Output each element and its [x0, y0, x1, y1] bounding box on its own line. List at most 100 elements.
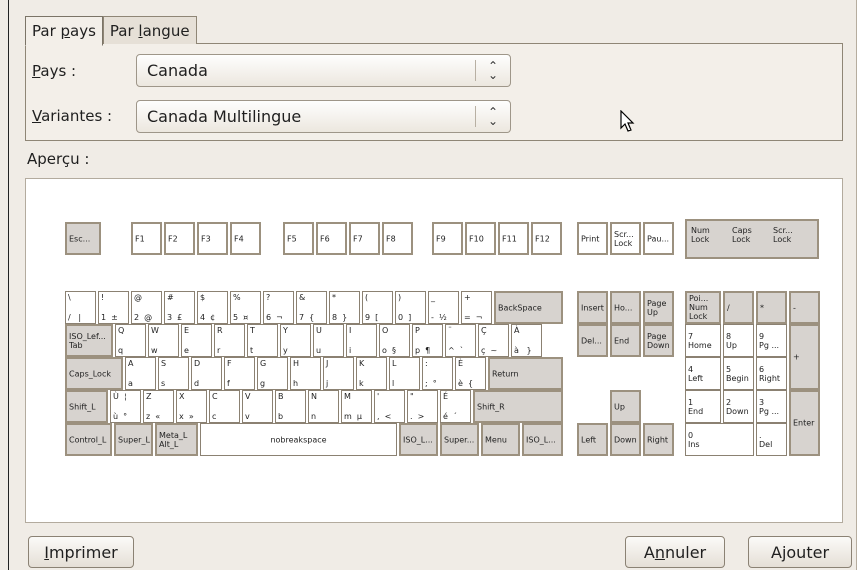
key-row4-3: Cc [209, 390, 240, 423]
country-combo[interactable]: Canada ⌃ ⌄ [136, 54, 511, 87]
key-page-up-label: Page Up [647, 298, 667, 317]
key-row3-3-shift-label: F [227, 359, 232, 368]
key-row3-9-shift-label: : [425, 359, 428, 368]
key-row2-3-base-label: r [217, 346, 221, 355]
key-kp-add-label: + [793, 352, 800, 362]
key-row3-5-base-label: h [293, 379, 299, 388]
key-menu: Menu [481, 423, 520, 456]
key-row2-2: Ee [181, 324, 212, 357]
key-caps-lock: Caps_Lock [65, 357, 123, 390]
key-f10: F10 [465, 222, 496, 255]
key-row1-10: ) 0 ] [395, 291, 426, 324]
key-row3-4: Gg [257, 357, 288, 390]
key-row2-8-shift-label: O [382, 326, 389, 335]
key-kp-1: 1 End [685, 390, 721, 423]
key-row4-3-base-label: c [212, 412, 217, 421]
key-row1-3-shift-label: # [167, 293, 174, 302]
key-iso-level3-right: ISO_L... [522, 423, 563, 456]
key-row3-0-shift-label: A [128, 359, 134, 368]
key-shift-right-label: Shift_R [477, 402, 505, 411]
key-row1-1-shift-label: ! [101, 293, 105, 302]
key-caps-lock-label: Caps_Lock [69, 369, 111, 378]
key-alt-left: Meta_L Alt_L [155, 423, 198, 456]
key-row2-9: Pp ¶ [412, 324, 443, 357]
key-row1-2-base-label: 2 @ [134, 313, 153, 322]
key-left-label: Left [581, 435, 597, 444]
key-iso-level3-label: ISO_L... [403, 435, 433, 444]
key-row4-5: Bb [275, 390, 306, 423]
keyboard-layout: Esc... F1 F2 F3 F4 F5 F6 F7 F8 F9 F10 F11 F12 Print Sc… [26, 179, 842, 522]
key-kp-subtract-label: - [793, 303, 796, 312]
tab-par-pays[interactable]: Par pays [25, 16, 103, 46]
key-row4-6-base-label: n [311, 412, 317, 421]
key-f9: F9 [432, 222, 463, 255]
key-row2-7: Ii [346, 324, 377, 357]
key-row1-6-base-label: 6 ¬ [266, 313, 283, 322]
key-delete: Del... [577, 324, 608, 357]
key-iso-level3: ISO_L... [399, 423, 438, 456]
key-row1-12-base-label: = ¬ [464, 313, 483, 322]
key-f8: F8 [382, 222, 413, 255]
key-row3-5: Hh [290, 357, 321, 390]
key-tab: ISO_Lef... Tab [65, 324, 113, 357]
indicator-num-lock-label: Num Lock [691, 226, 710, 244]
key-f5: F5 [283, 222, 314, 255]
key-row2-8: Oo § [379, 324, 410, 357]
key-row4-5-shift-label: B [278, 392, 284, 401]
key-row2-12: Àà } [511, 324, 542, 357]
key-row1-1-base-label: 1 ± [101, 313, 118, 322]
key-row2-5-shift-label: Y [283, 326, 288, 335]
key-kp-8: 8 Up [723, 324, 754, 357]
key-scroll-lock-label: Scr... Lock [614, 229, 634, 248]
key-row1-6-shift-label: ? [266, 293, 271, 302]
key-row1-11: _ - ½ [428, 291, 459, 324]
key-row1-3-base-label: 3 £ [167, 313, 183, 322]
key-page-up: Page Up [643, 291, 674, 324]
key-row2-3-shift-label: R [217, 326, 223, 335]
country-value: Canada [147, 61, 208, 80]
variant-label: Variantes : [32, 107, 113, 125]
key-down: Down [610, 423, 641, 456]
key-row4-6: Nn [308, 390, 339, 423]
key-kp-decimal: . Del [756, 423, 787, 456]
key-row3-5-shift-label: H [293, 359, 300, 368]
key-row4-10-shift-label: É [443, 392, 449, 401]
key-row2-4-base-label: t [250, 346, 254, 355]
key-row3-6-shift-label: J [326, 359, 329, 368]
key-f2: F2 [164, 222, 195, 255]
key-row2-1: Ww [148, 324, 179, 357]
key-kp-9-label: 9 Pg ... [759, 331, 780, 350]
print-button[interactable]: Imprimer [28, 536, 134, 568]
key-row2-7-base-label: i [349, 346, 352, 355]
key-row3-4-shift-label: G [260, 359, 267, 368]
indicator-caps-lock: Caps Lock [730, 225, 770, 253]
key-row4-10-base-label: é ´ [443, 412, 458, 421]
cancel-button[interactable]: Annuler [625, 536, 725, 568]
key-esc: Esc... [65, 222, 101, 255]
key-f5-label: F5 [287, 234, 297, 243]
key-row3-3-base-label: f [227, 379, 230, 388]
key-row1-4: $4 ¢ [197, 291, 228, 324]
key-row1-5: % 5 ¤ [230, 291, 261, 324]
key-kp-0-label: 0 Ins [688, 430, 700, 449]
key-row1-11-base-label: - ½ [431, 313, 447, 322]
key-kp-subtract: - [789, 291, 820, 324]
tab-par-langue[interactable]: Par langue [102, 16, 197, 44]
key-kp-add: + [789, 324, 820, 390]
tab-par-pays-label: Par pays [32, 22, 96, 40]
key-kp-2-label: 2 Down [726, 397, 749, 416]
add-button[interactable]: Ajouter [748, 536, 852, 568]
key-row4-8-shift-label: ' [377, 392, 380, 401]
key-row2-2-shift-label: E [184, 326, 190, 335]
key-alt-left-label: Meta_L Alt_L [159, 430, 188, 449]
key-row4-10: Éé ´ [440, 390, 471, 423]
variant-combo[interactable]: Canada Multilingue ⌃ ⌄ [136, 100, 511, 133]
add-button-label: Ajouter [770, 542, 830, 562]
cancel-button-label: Annuler [643, 542, 707, 562]
key-shift-left-label: Shift_L [69, 402, 96, 411]
key-kp-divide: / [723, 291, 754, 324]
key-row2-1-shift-label: W [151, 326, 159, 335]
key-row4-1-base-label: z « [146, 412, 161, 421]
key-row1-9-shift-label: ( [365, 293, 369, 302]
key-space: nobreakspace [200, 423, 397, 456]
